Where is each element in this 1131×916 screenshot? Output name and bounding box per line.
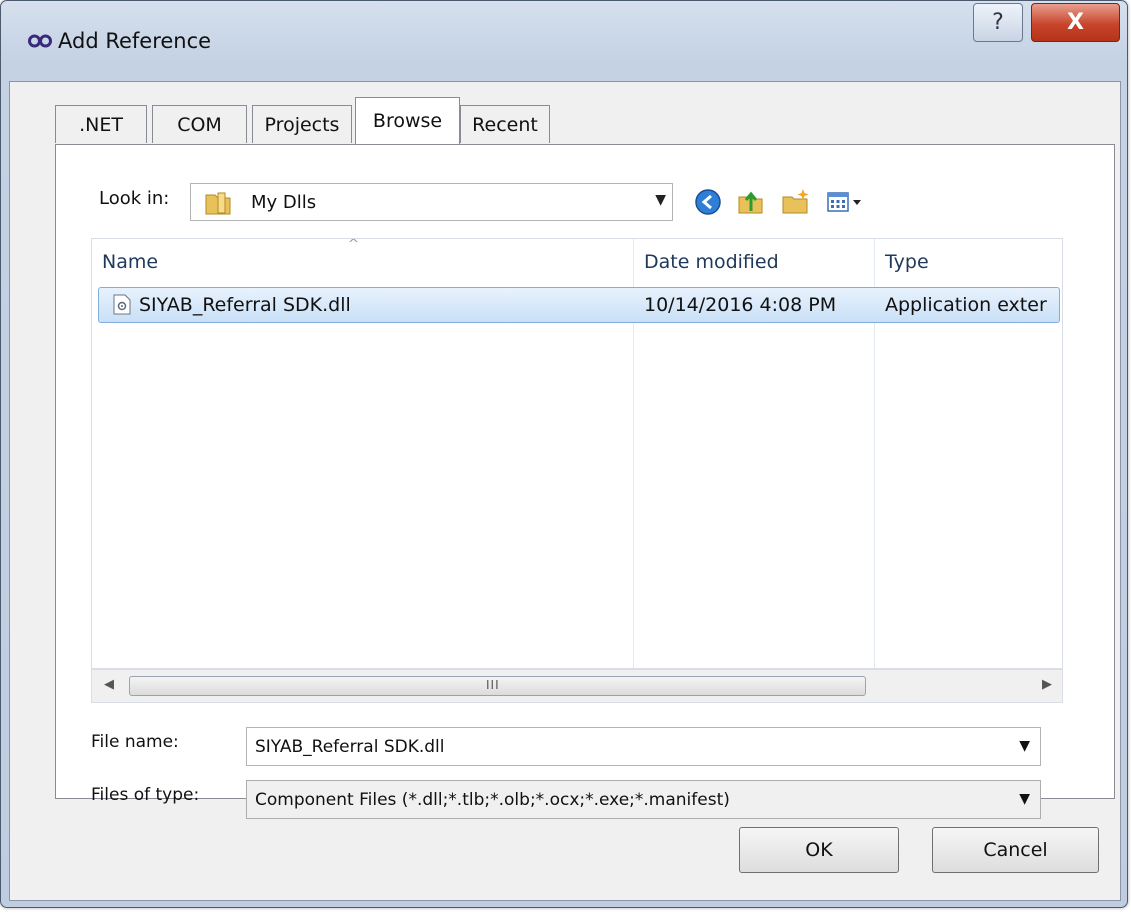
dialog-body: .NET COM Projects Browse Recent Look in:… — [9, 81, 1121, 901]
tab-label: Browse — [372, 110, 443, 132]
file-list[interactable]: Name ^ Date modified Type SIYAB_Referral… — [91, 238, 1063, 669]
file-type-label: Files of type: — [91, 785, 200, 805]
file-date-cell: 10/14/2016 4:08 PM — [644, 294, 837, 316]
horizontal-scrollbar[interactable]: ◀ III ▶ — [91, 669, 1063, 703]
tab-browse[interactable]: Browse — [355, 97, 460, 144]
help-icon: ? — [992, 10, 1004, 35]
scroll-left-icon[interactable]: ◀ — [104, 677, 114, 692]
column-header-label: Name — [102, 251, 159, 273]
file-type-cell: Application exter — [885, 294, 1047, 316]
tab-recent[interactable]: Recent — [460, 105, 550, 143]
title-bar[interactable]: Add Reference ? X — [1, 1, 1127, 81]
browse-panel: Look in: My Dlls ▼ Name ^ Date modified … — [55, 144, 1115, 819]
file-name-value: SIYAB_Referral SDK.dll — [255, 737, 445, 757]
chevron-down-icon: ▼ — [655, 192, 666, 208]
file-name-label: File name: — [91, 732, 179, 752]
look-in-label: Look in: — [99, 188, 170, 209]
tab-label: COM — [177, 113, 222, 136]
column-header-type[interactable]: Type — [875, 239, 1062, 287]
column-header-name[interactable]: Name ^ — [92, 239, 633, 287]
add-reference-dialog: Add Reference ? X .NET COM Projects Brow… — [0, 0, 1128, 908]
scroll-right-icon[interactable]: ▶ — [1042, 677, 1052, 692]
folder-icon — [205, 192, 231, 215]
look-in-value: My Dlls — [251, 192, 317, 213]
vs-infinity-icon — [28, 34, 52, 48]
look-in-dropdown[interactable]: My Dlls ▼ — [190, 183, 673, 221]
dll-file-icon — [113, 294, 131, 315]
tab-label: Projects — [264, 113, 340, 136]
tab-dotnet[interactable]: .NET — [55, 105, 147, 143]
ok-button[interactable]: OK — [739, 827, 899, 873]
file-name-field[interactable]: SIYAB_Referral SDK.dll ▼ — [246, 727, 1041, 766]
tab-label: Recent — [472, 113, 538, 136]
chevron-down-icon: ▼ — [1019, 791, 1030, 807]
sort-ascending-icon: ^ — [348, 238, 359, 252]
back-icon[interactable] — [693, 187, 723, 217]
column-header-label: Date modified — [644, 251, 779, 273]
dialog-title: Add Reference — [58, 29, 212, 53]
grip-icon: III — [486, 678, 500, 692]
tab-projects[interactable]: Projects — [252, 105, 352, 143]
file-type-dropdown[interactable]: Component Files (*.dll;*.tlb;*.olb;*.ocx… — [246, 780, 1041, 819]
tab-com[interactable]: COM — [152, 105, 247, 143]
file-row[interactable]: SIYAB_Referral SDK.dll 10/14/2016 4:08 P… — [98, 287, 1060, 323]
close-button[interactable]: X — [1031, 3, 1120, 42]
view-menu-icon[interactable] — [826, 187, 870, 217]
tab-label: .NET — [79, 113, 123, 136]
up-folder-icon[interactable] — [736, 187, 766, 217]
close-icon: X — [1067, 10, 1084, 35]
cancel-button[interactable]: Cancel — [932, 827, 1099, 873]
scrollbar-thumb[interactable]: III — [129, 676, 866, 696]
help-button[interactable]: ? — [973, 3, 1023, 42]
file-type-value: Component Files (*.dll;*.tlb;*.olb;*.ocx… — [255, 790, 730, 810]
file-name-cell: SIYAB_Referral SDK.dll — [139, 294, 351, 316]
column-header-label: Type — [885, 251, 929, 273]
chevron-down-icon[interactable]: ▼ — [1019, 738, 1030, 754]
column-header-date[interactable]: Date modified — [634, 239, 874, 287]
new-folder-icon[interactable] — [781, 187, 811, 217]
